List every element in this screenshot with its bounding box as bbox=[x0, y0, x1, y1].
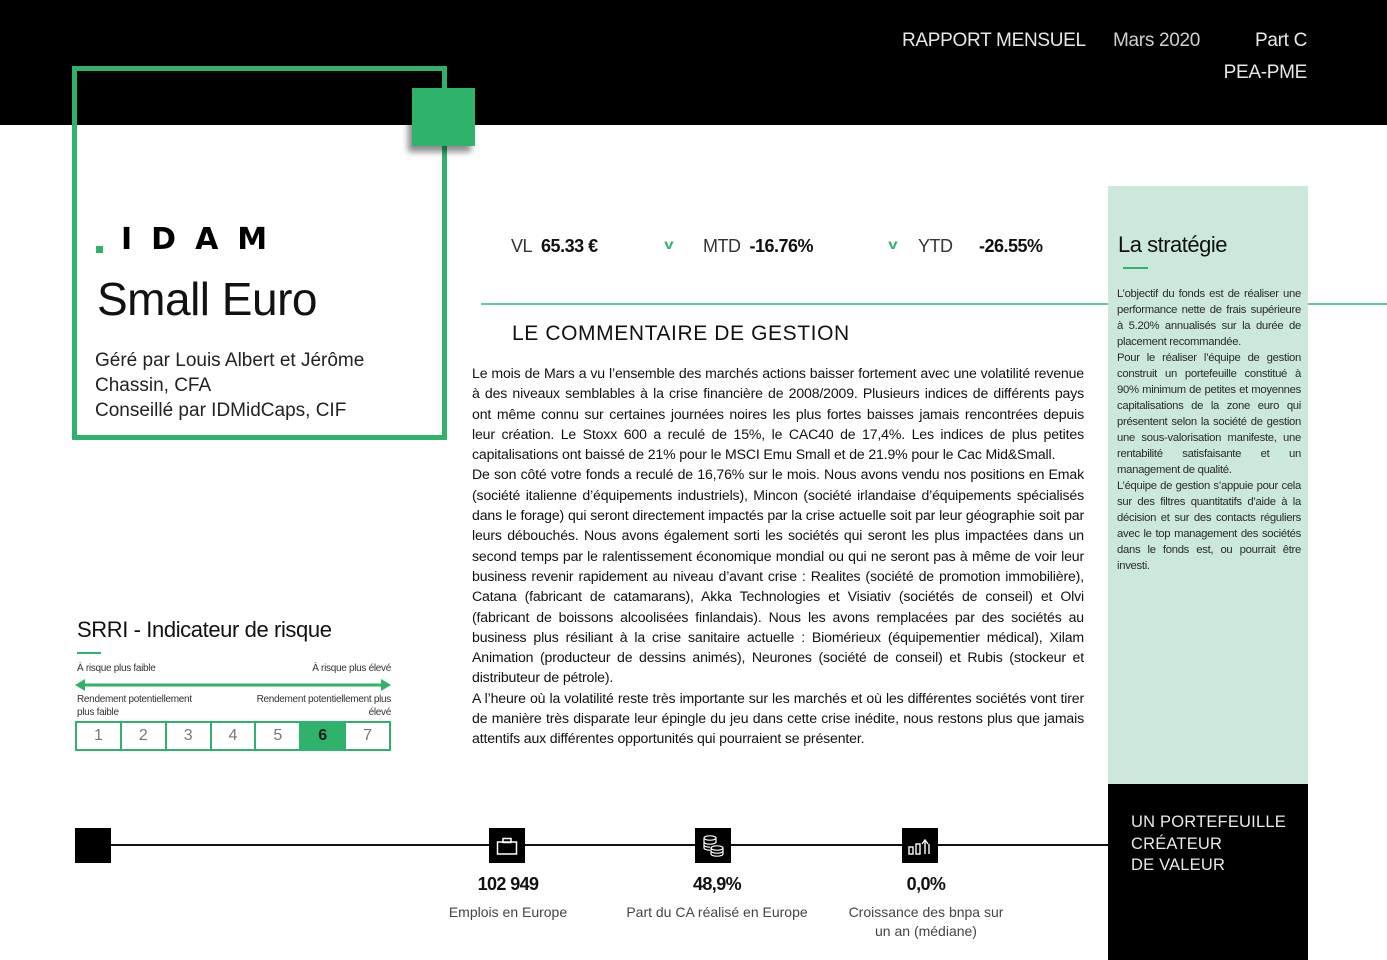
kpi-ytd-label: YTD bbox=[918, 236, 953, 256]
stat-label: Croissance des bnpa sur un an (médiane) bbox=[848, 904, 1004, 939]
stat-value: 102 949 bbox=[477, 874, 539, 894]
briefcase-icon bbox=[489, 828, 525, 863]
fund-name: Small Euro bbox=[97, 273, 317, 325]
idam-logo: IDAM bbox=[96, 224, 286, 256]
advised-by: Conseillé par IDMidCaps, CIF bbox=[95, 400, 347, 421]
kpi-mtd-value: -16.76% bbox=[749, 236, 814, 256]
report-date: Mars 2020 bbox=[1113, 30, 1201, 51]
value-line: DE VALEUR bbox=[1131, 856, 1226, 874]
decorative-square bbox=[412, 88, 475, 146]
srri-level-selected: 6 bbox=[301, 723, 347, 749]
commentary-paragraph: Le mois de Mars a vu l’ensemble des marc… bbox=[472, 365, 1084, 463]
logo-dot bbox=[96, 246, 103, 253]
growth-chart-icon bbox=[902, 828, 938, 863]
kpi-vl-label: VL bbox=[511, 236, 533, 256]
timeline-line bbox=[111, 844, 1108, 846]
srri-underline bbox=[77, 652, 101, 654]
report-type: RAPPORT MENSUEL bbox=[902, 30, 1086, 51]
coins-icon bbox=[695, 828, 731, 863]
srri-title: SRRI - Indicateur de risque bbox=[77, 617, 332, 642]
strategy-paragraph: Pour le réaliser l’équipe de gestion con… bbox=[1117, 352, 1301, 476]
logo-text: IDAM bbox=[121, 222, 287, 257]
strategy-panel: La stratégie L’objectif du fonds est de … bbox=[1108, 186, 1308, 784]
kpi-vl: VL 65.33 € bbox=[511, 236, 598, 257]
value-proposition-box: UN PORTEFEUILLE CRÉATEUR DE VALEUR bbox=[1108, 784, 1308, 960]
value-line: UN PORTEFEUILLE bbox=[1131, 813, 1286, 831]
kpi-mtd-label: MTD bbox=[703, 236, 741, 256]
share-class: Part C bbox=[1254, 30, 1307, 51]
srri-level: 2 bbox=[122, 723, 167, 749]
stat-label: Emplois en Europe bbox=[448, 904, 568, 920]
kpi-ytd: YTD -26.55% bbox=[918, 236, 1043, 257]
stat-value: 0,0% bbox=[906, 874, 946, 894]
srri-level: 1 bbox=[77, 723, 122, 749]
chevron-down-icon: v bbox=[888, 236, 898, 252]
strategy-text: L’objectif du fonds est de réaliser une … bbox=[1117, 286, 1301, 574]
strategy-paragraph: L’équipe de gestion s’appuie pour cela s… bbox=[1117, 480, 1301, 572]
srri-high-risk-label: À risque plus élevé bbox=[312, 663, 391, 674]
strategy-title: La stratégie bbox=[1118, 232, 1227, 257]
chevron-down-icon: v bbox=[664, 236, 674, 252]
kpi-mtd: MTD -16.76% bbox=[703, 236, 814, 257]
commentary-body: Le mois de Mars a vu l’ensemble des marc… bbox=[472, 363, 1084, 749]
timeline-start-marker bbox=[75, 828, 111, 863]
value-proposition-text: UN PORTEFEUILLE CRÉATEUR DE VALEUR bbox=[1131, 812, 1286, 877]
srri-scale: 1 2 3 4 5 6 7 bbox=[75, 721, 391, 751]
strategy-underline bbox=[1123, 267, 1148, 269]
fund-managers: Géré par Louis Albert et Jérôme Chassin,… bbox=[95, 348, 415, 423]
commentary-paragraph: A l’heure où la volatilité reste très im… bbox=[472, 689, 1084, 747]
srri-level: 5 bbox=[256, 723, 302, 749]
commentary-paragraph: De son côté votre fonds a reculé de 16,7… bbox=[472, 466, 1084, 686]
srri-low-return-label: Rendement potentiellement plus faible bbox=[77, 694, 192, 718]
srri-level: 4 bbox=[212, 723, 257, 749]
risk-arrow-icon bbox=[75, 679, 391, 691]
srri-high-return-label: Rendement potentiellement plus élevé bbox=[256, 694, 392, 718]
value-line: CRÉATEUR bbox=[1131, 834, 1223, 853]
stat-label: Part du CA réalisé en Europe bbox=[626, 904, 808, 920]
kpi-ytd-value: -26.55% bbox=[979, 236, 1043, 256]
eligibility-label: PEA-PME bbox=[1223, 62, 1308, 83]
strategy-paragraph: L’objectif du fonds est de réaliser une … bbox=[1117, 288, 1301, 348]
srri-low-risk-label: À risque plus faible bbox=[77, 663, 156, 674]
kpi-vl-value: 65.33 € bbox=[541, 236, 598, 256]
managed-by: Géré par Louis Albert et Jérôme Chassin,… bbox=[95, 350, 365, 396]
srri-level: 3 bbox=[167, 723, 212, 749]
stat-value: 48,9% bbox=[692, 874, 742, 894]
srri-level: 7 bbox=[363, 727, 373, 744]
commentary-title: LE COMMENTAIRE DE GESTION bbox=[512, 322, 850, 345]
